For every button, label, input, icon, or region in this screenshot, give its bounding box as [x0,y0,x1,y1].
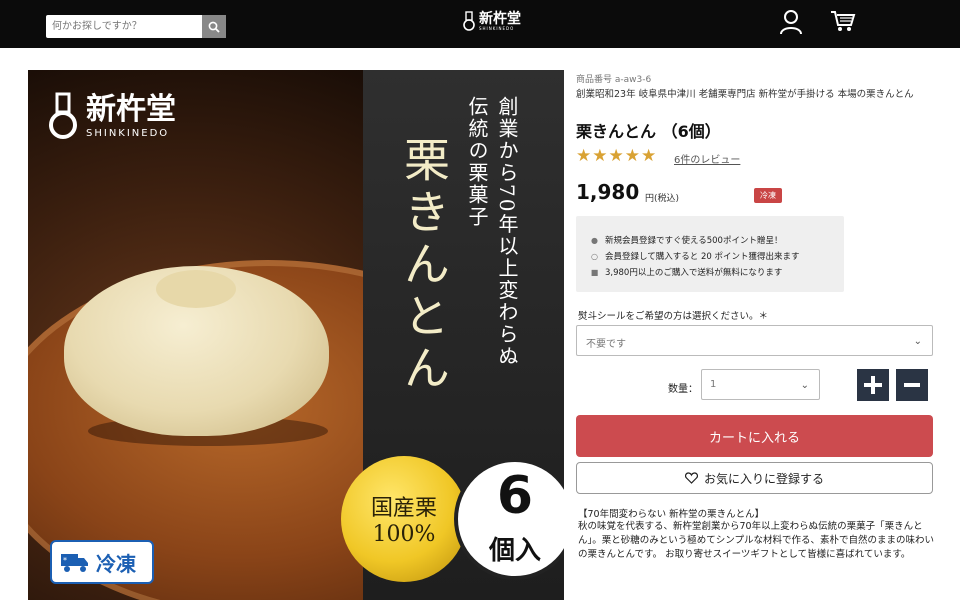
heart-icon [684,472,698,484]
brand-mark-icon [49,92,77,139]
search-input[interactable] [46,15,202,38]
quantity-decrease-button[interactable] [896,369,928,401]
piece-count-badge: 6 個入 [454,458,564,580]
price-tax-note: 円(税込) [645,194,680,204]
piece-count-unit: 個入 [488,536,541,566]
domestic-badge-line1: 国産栗 [370,496,437,521]
promo-row: ● 新規会員登録ですぐ使える500ポイント贈呈！ [590,232,844,248]
points-icon: ○ [591,251,598,261]
star-icon: ★ [624,146,640,166]
chevron-down-icon: ⌄ [800,380,809,391]
add-to-cart-button[interactable]: カートに入れる [576,415,933,457]
site-logo[interactable]: 新杵堂 SHINKINEDO [462,11,521,31]
rating-stars: ★ ★ ★ ★ ★ [576,147,656,165]
product-catch-copy: 創業昭和23年 岐阜県中津川 老舗栗専門店 新杵堂が手掛ける 本場の栗きんとん [576,89,914,100]
domestic-chestnut-badge: 国産栗 100% [341,456,467,582]
site-header: 新杵堂 SHINKINEDO [0,0,960,48]
image-brand-subtext: SHINKINEDO [86,127,170,139]
description-heading: 【70年間変わらない 新杵堂の栗きんとん】 [578,509,765,520]
add-to-favorites-button[interactable]: お気に入りに登録する [576,462,933,494]
plus-icon [864,376,882,394]
frozen-badge: 冷凍 [754,188,782,203]
frozen-badge-text: 冷凍 [96,551,136,576]
promo-row: ■ 3,980円以上のご購入で送料が無料になります [590,264,844,280]
image-product-name: 栗きんとん [397,136,451,396]
chevron-down-icon: ⌄ [913,336,922,347]
image-tagline-2: 伝統の栗菓子 [465,96,489,228]
piece-count-number: 6 [496,466,534,526]
product-sku: 商品番号 a-aw3-6 [576,75,652,85]
search-button[interactable] [202,15,226,38]
svg-text:*: * [63,556,67,565]
image-brand-logo: 新杵堂 SHINKINEDO [46,92,176,140]
domestic-badge-line2: 100% [372,522,436,547]
review-link[interactable]: 6件のレビュー [674,151,740,166]
star-icon: ★ [592,146,608,166]
search-icon [208,21,220,33]
freezer-truck-icon: * [61,554,88,572]
star-icon: ★ [576,146,592,166]
logo-mark-icon [463,11,475,31]
kinton-top [156,270,236,308]
noshi-select[interactable]: 不要です ⌄ [576,325,933,356]
truck-icon: ■ [590,267,599,277]
image-brand-text: 新杵堂 [86,91,176,127]
promo-box: ● 新規会員登録ですぐ使える500ポイント贈呈！ ○ 会員登録して購入すると 2… [576,216,844,292]
favorites-button-label: お気に入りに登録する [703,471,824,486]
quantity-label: 数量： [668,384,698,395]
price: 1,980 [576,180,640,204]
noshi-selected-value: 不要です [586,339,626,350]
noshi-label: 熨斗シールをご希望の方は選択ください。＊ [578,311,769,322]
quantity-select[interactable]: 1 ⌄ [701,369,820,400]
cart-icon[interactable] [830,9,856,33]
person-icon: ● [591,235,598,245]
frozen-delivery-badge: * 冷凍 [50,540,154,584]
promo-text: 新規会員登録ですぐ使える500ポイント贈呈！ [605,236,783,246]
quantity-increase-button[interactable] [857,369,889,401]
quantity-value: 1 [710,379,717,390]
product-description: 秋の味覚を代表する、新杵堂創業から70年以上変わらぬ伝統の栗菓子「栗きんとん」。… [578,521,934,560]
promo-text: 会員登録して購入すると 20 ポイント獲得出来ます [605,252,800,262]
product-title: 栗きんとん （6個） [576,122,721,141]
image-tagline-1: 創業から70年以上変わらぬ [495,96,519,368]
minus-icon [904,383,920,387]
star-icon: ★ [641,146,657,166]
user-account-icon[interactable] [779,9,803,35]
logo-text: 新杵堂 [479,10,521,27]
promo-text: 3,980円以上のご購入で送料が無料になります [605,268,783,278]
promo-row: ○ 会員登録して購入すると 20 ポイント獲得出来ます [590,248,844,264]
product-main-image[interactable]: 新杵堂 SHINKINEDO 創業から70年以上変わらぬ 伝統の栗菓子 栗きんと… [28,70,564,600]
star-icon: ★ [608,146,624,166]
search-box [46,15,226,38]
